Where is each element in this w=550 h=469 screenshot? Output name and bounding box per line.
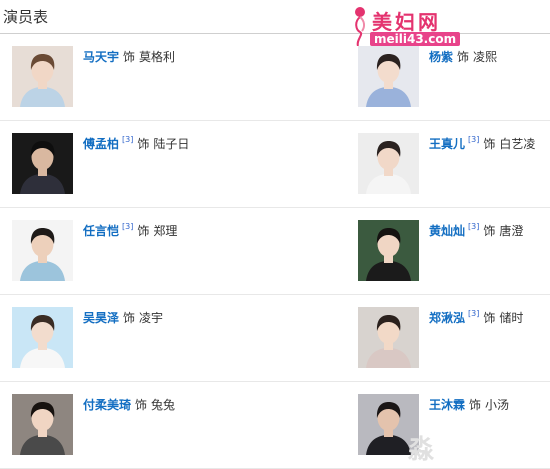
role-connector: 饰 [137,224,150,238]
role-connector: 饰 [135,398,148,412]
actor-name-link[interactable]: 付柔美琦 [83,398,131,412]
citation-link[interactable]: [3] [468,309,479,318]
actor-name-link[interactable]: 吴昊泽 [83,311,119,325]
cast-line: 吴昊泽饰凌宇 [83,309,163,326]
watermark-overlay-char: 淼 [407,435,434,465]
cast-entry: 杨紫饰凌熙 [348,34,550,120]
actor-photo[interactable] [358,133,419,194]
role-connector: 饰 [457,50,470,64]
actor-name-link[interactable]: 傅孟柏 [83,137,119,151]
role-connector: 饰 [137,137,150,151]
citation-link[interactable]: [3] [122,222,133,231]
role-connector: 饰 [469,398,482,412]
actor-photo[interactable] [12,46,73,107]
cast-list: 马天宇饰莫格利 杨紫饰凌熙 傅孟柏 [3] 饰陆子日 王真儿 [3] 饰白艺凌 任言恺 [3] 饰郑… [0,34,550,469]
cast-entry: 付柔美琦饰兔兔 [0,382,275,468]
cast-line: 任言恺 [3] 饰郑理 [83,222,177,239]
role-name: 小汤 [485,398,510,412]
role-connector: 饰 [483,137,496,151]
actor-photo[interactable] [358,220,419,281]
portrait-image [358,46,419,107]
cast-entry: 任言恺 [3] 饰郑理 [0,208,275,294]
cast-line: 傅孟柏 [3] 饰陆子日 [83,135,189,152]
actor-name-link[interactable]: 杨紫 [429,50,453,64]
watermark-name: 美妇网 [372,10,441,34]
cast-line: 黄灿灿 [3] 饰唐澄 [429,222,523,239]
actor-name-link[interactable]: 任言恺 [83,224,119,238]
cast-entry: 王真儿 [3] 饰白艺凌 [348,121,550,207]
actor-photo[interactable] [12,220,73,281]
portrait-image [12,46,73,107]
cast-line: 杨紫饰凌熙 [429,48,497,65]
portrait-image [358,307,419,368]
cast-row: 吴昊泽饰凌宇 郑湫泓 [3] 饰储时 [0,295,550,382]
cast-entry: 郑湫泓 [3] 饰储时 [348,295,550,381]
actor-photo[interactable] [358,46,419,107]
cast-row: 付柔美琦饰兔兔 王沐霖饰小汤 [0,382,550,469]
actor-name-link[interactable]: 马天宇 [83,50,119,64]
cast-row: 傅孟柏 [3] 饰陆子日 王真儿 [3] 饰白艺凌 [0,121,550,208]
cast-entry: 王沐霖饰小汤 [348,382,550,468]
actor-photo[interactable] [358,307,419,368]
page-title: 演员表 [3,8,49,26]
role-name: 陆子日 [153,137,190,151]
cast-line: 马天宇饰莫格利 [83,48,175,65]
portrait-image [358,220,419,281]
role-connector: 饰 [483,224,496,238]
role-name: 郑理 [153,224,178,238]
role-connector: 饰 [123,311,136,325]
portrait-image [12,220,73,281]
cast-entry: 马天宇饰莫格利 [0,34,275,120]
actor-name-link[interactable]: 黄灿灿 [429,224,465,238]
role-connector: 饰 [123,50,136,64]
role-name: 唐澄 [499,224,524,238]
citation-link[interactable]: [3] [468,222,479,231]
role-name: 白艺凌 [499,137,536,151]
actor-name-link[interactable]: 王沐霖 [429,398,465,412]
cast-row: 马天宇饰莫格利 杨紫饰凌熙 [0,34,550,121]
cast-line: 郑湫泓 [3] 饰储时 [429,309,523,326]
citation-link[interactable]: [3] [122,135,133,144]
cast-row: 任言恺 [3] 饰郑理 黄灿灿 [3] 饰唐澄 [0,208,550,295]
role-name: 莫格利 [139,50,176,64]
cast-entry: 黄灿灿 [3] 饰唐澄 [348,208,550,294]
citation-link[interactable]: [3] [468,135,479,144]
cast-line: 王真儿 [3] 饰白艺凌 [429,135,535,152]
cast-line: 付柔美琦饰兔兔 [83,396,175,413]
actor-photo[interactable] [12,394,73,455]
cast-entry: 傅孟柏 [3] 饰陆子日 [0,121,275,207]
role-connector: 饰 [483,311,496,325]
actor-photo[interactable] [12,133,73,194]
role-name: 储时 [499,311,524,325]
actor-name-link[interactable]: 王真儿 [429,137,465,151]
cast-entry: 吴昊泽饰凌宇 [0,295,275,381]
role-name: 凌宇 [139,311,164,325]
portrait-image [12,133,73,194]
portrait-image [12,394,73,455]
role-name: 凌熙 [473,50,498,64]
portrait-image [12,307,73,368]
actor-photo[interactable] [12,307,73,368]
cast-line: 王沐霖饰小汤 [429,396,509,413]
actor-name-link[interactable]: 郑湫泓 [429,311,465,325]
portrait-image [358,133,419,194]
role-name: 兔兔 [151,398,176,412]
